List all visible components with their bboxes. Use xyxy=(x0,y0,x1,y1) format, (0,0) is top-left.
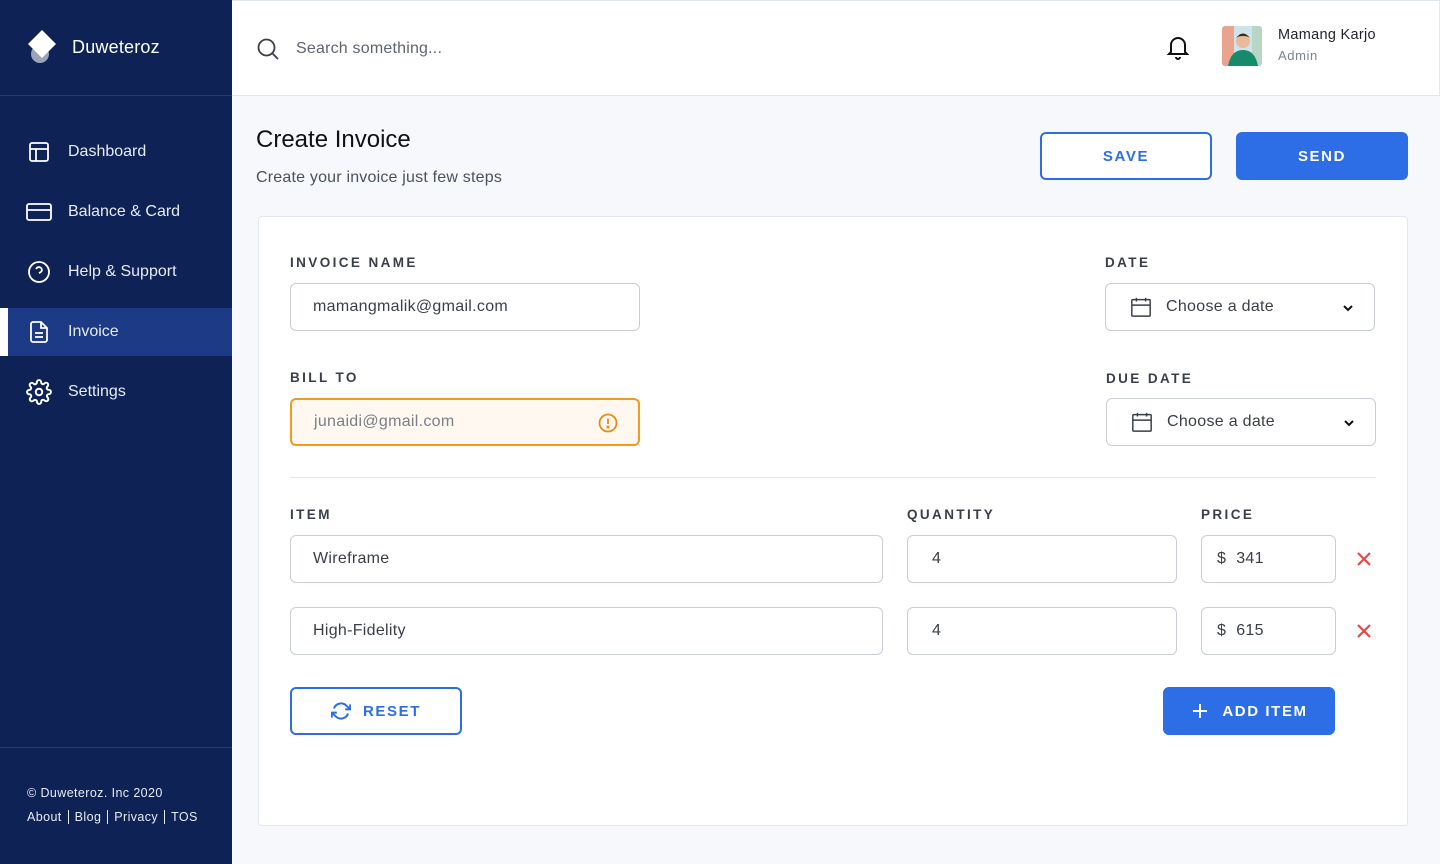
price-field[interactable]: $ 615 xyxy=(1201,607,1336,655)
currency-symbol: $ xyxy=(1217,550,1227,567)
sidebar-item-settings[interactable]: Settings xyxy=(0,368,232,416)
brand[interactable]: Duweteroz xyxy=(0,0,232,96)
sidebar-item-dashboard[interactable]: Dashboard xyxy=(0,128,232,176)
due-date-placeholder: Choose a date xyxy=(1167,413,1275,430)
layout-icon xyxy=(26,139,52,165)
due-date-picker[interactable]: Choose a date xyxy=(1106,398,1376,446)
calendar-icon xyxy=(1131,411,1153,433)
bill-to-value: junaidi@gmail.com xyxy=(314,413,455,430)
refresh-icon xyxy=(330,701,352,721)
date-label: DATE xyxy=(1105,255,1151,270)
quantity-field[interactable]: 4 xyxy=(907,607,1177,655)
topbar: Mamang Karjo Admin xyxy=(232,0,1440,96)
avatar[interactable] xyxy=(1222,26,1262,66)
footer-separator xyxy=(164,810,166,824)
plus-icon xyxy=(1190,701,1210,721)
sidebar-item-balance-card[interactable]: Balance & Card xyxy=(0,188,232,236)
help-circle-icon xyxy=(26,259,52,285)
sidebar-item-help-support[interactable]: Help & Support xyxy=(0,248,232,296)
date-picker[interactable]: Choose a date xyxy=(1105,283,1375,331)
search-icon xyxy=(256,37,280,61)
save-button[interactable]: SAVE xyxy=(1040,132,1212,180)
chevron-down-icon xyxy=(1342,301,1354,313)
footer-link-about[interactable]: About xyxy=(27,810,62,824)
close-icon[interactable] xyxy=(1354,621,1374,641)
add-item-label: ADD ITEM xyxy=(1222,702,1308,720)
sidebar-item-invoice[interactable]: Invoice xyxy=(0,308,232,356)
page-title: Create Invoice xyxy=(256,126,411,153)
sidebar: Duweteroz Dashboard Balance & Card Help … xyxy=(0,0,232,864)
quantity-value: 4 xyxy=(932,622,942,639)
sidebar-nav: Dashboard Balance & Card Help & Support … xyxy=(0,96,232,416)
quantity-field[interactable]: 4 xyxy=(907,535,1177,583)
diamond-logo-icon xyxy=(26,28,58,68)
footer-separator xyxy=(107,810,109,824)
document-icon xyxy=(26,319,52,345)
user-name: Mamang Karjo xyxy=(1278,27,1376,43)
bill-to-label: BILL TO xyxy=(290,370,359,385)
price-value: 615 xyxy=(1236,622,1264,639)
sidebar-item-label: Dashboard xyxy=(68,143,147,160)
copyright: © Duweteroz. Inc 2020 xyxy=(27,786,163,800)
footer-separator xyxy=(67,810,69,824)
price-column-label: PRICE xyxy=(1201,507,1255,522)
invoice-name-field[interactable]: mamangmalik@gmail.com xyxy=(290,283,640,331)
footer-links: About Blog Privacy TOS xyxy=(27,810,232,824)
footer-link-privacy[interactable]: Privacy xyxy=(114,810,158,824)
quantity-value: 4 xyxy=(932,550,942,567)
item-name-value: Wireframe xyxy=(313,550,390,567)
price-field[interactable]: $ 341 xyxy=(1201,535,1336,583)
date-placeholder: Choose a date xyxy=(1166,298,1274,315)
sidebar-item-label: Help & Support xyxy=(68,263,177,280)
warning-icon xyxy=(598,413,618,433)
quantity-column-label: QUANTITY xyxy=(907,507,996,522)
item-column-label: ITEM xyxy=(290,507,332,522)
sidebar-item-label: Settings xyxy=(68,383,126,400)
price-value: 341 xyxy=(1236,550,1264,567)
section-divider xyxy=(290,477,1376,478)
sidebar-item-label: Balance & Card xyxy=(68,203,181,220)
brand-name: Duweteroz xyxy=(72,37,160,57)
due-date-label: DUE DATE xyxy=(1106,371,1194,386)
item-name-field[interactable]: High-Fidelity xyxy=(290,607,883,655)
page-subtitle: Create your invoice just few steps xyxy=(256,169,503,186)
footer-link-blog[interactable]: Blog xyxy=(75,810,102,824)
chevron-down-icon xyxy=(1343,416,1355,428)
bill-to-field[interactable]: junaidi@gmail.com xyxy=(290,398,640,446)
credit-card-icon xyxy=(26,199,52,225)
sidebar-footer: © Duweteroz. Inc 2020 About Blog Privacy… xyxy=(0,747,232,864)
calendar-icon xyxy=(1130,296,1152,318)
invoice-name-value: mamangmalik@gmail.com xyxy=(313,298,509,315)
currency-symbol: $ xyxy=(1217,622,1227,639)
invoice-name-label: INVOICE NAME xyxy=(290,255,418,270)
bell-icon[interactable] xyxy=(1166,34,1190,60)
add-item-button[interactable]: ADD ITEM xyxy=(1163,687,1335,735)
search-input[interactable] xyxy=(296,33,696,65)
sidebar-item-label: Invoice xyxy=(68,323,119,340)
reset-label: RESET xyxy=(362,702,421,720)
close-icon[interactable] xyxy=(1354,549,1374,569)
invoice-form-card: INVOICE NAME mamangmalik@gmail.com DATE … xyxy=(258,216,1408,826)
footer-link-tos[interactable]: TOS xyxy=(171,810,198,824)
user-role: Admin xyxy=(1278,48,1318,63)
gear-icon xyxy=(26,379,52,405)
item-name-field[interactable]: Wireframe xyxy=(290,535,883,583)
item-name-value: High-Fidelity xyxy=(313,622,406,639)
reset-button[interactable]: RESET xyxy=(290,687,462,735)
send-button[interactable]: SEND xyxy=(1236,132,1408,180)
